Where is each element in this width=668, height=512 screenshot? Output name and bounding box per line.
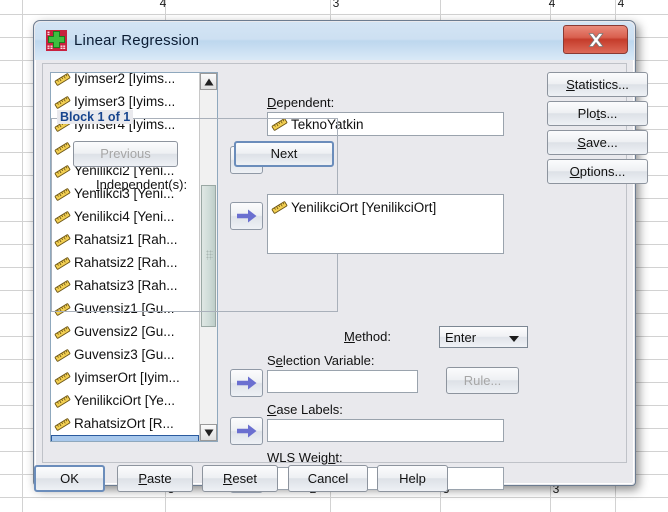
move-to-independents-arrow[interactable] — [230, 202, 263, 230]
rule-button[interactable]: Rule... — [446, 367, 519, 394]
reset-button-label: Reset — [223, 471, 257, 486]
plots-button-label: Plots... — [577, 106, 618, 121]
ok-button[interactable]: OK — [34, 465, 105, 492]
previous-button[interactable]: Previous — [73, 141, 178, 167]
grid-line — [0, 497, 668, 498]
variable-list-item[interactable]: Guvensiz2 [Gu... — [51, 320, 199, 343]
dialog-body: Iyimser2 [Iyims... Iyimser3 [Iyims... Iyim… — [42, 63, 648, 493]
variable-list-item-label: Iyimser3 [Iyims... — [74, 94, 176, 109]
variable-list-item[interactable]: Guvensiz3 [Gu... — [51, 343, 199, 366]
variable-list-item-label: RahatsizOrt [R... — [74, 416, 174, 431]
variable-list-item-label: Guvensiz2 [Gu... — [74, 324, 175, 339]
scale-ruler-icon — [54, 326, 71, 339]
wls-weight-label-rest: t: — [335, 450, 343, 465]
statistics-button[interactable]: Statistics... — [547, 72, 648, 97]
paste-button[interactable]: Paste — [117, 465, 193, 492]
close-button[interactable] — [563, 25, 628, 54]
scale-ruler-icon — [55, 441, 72, 442]
case-labels-field[interactable] — [267, 419, 504, 442]
independents-field[interactable]: YenilikciOrt [YenilikciOrt] — [267, 194, 504, 254]
variable-list-item-label: IyimserOrt [Iyim... — [74, 370, 180, 385]
block-legend: Block 1 of 1 — [57, 110, 134, 124]
selection-variable-label-rest: lection Variable: — [282, 353, 375, 368]
dependent-label-rest: ependent: — [276, 95, 335, 110]
spss-dialog-icon — [46, 30, 67, 51]
scale-ruler-icon — [54, 372, 71, 385]
variable-list-item[interactable]: Iyimser2 [Iyims... — [51, 72, 199, 90]
independents-value: YenilikciOrt [YenilikciOrt] — [291, 200, 437, 215]
variable-list-item-label: Guvensiz3 [Gu... — [74, 347, 175, 362]
next-button-label: Next — [270, 146, 298, 161]
scale-ruler-icon — [54, 395, 71, 408]
selection-variable-label: Selection Variable: — [267, 353, 375, 368]
save-button[interactable]: Save... — [547, 130, 648, 155]
dependent-label: Dependent: — [267, 95, 335, 110]
options-button-label: Options... — [569, 164, 626, 179]
plots-button[interactable]: Plots... — [547, 101, 648, 126]
variable-list-item[interactable]: RahatsizOrt [R... — [51, 412, 199, 435]
case-labels-label-rest: ase Labels: — [276, 402, 343, 417]
scale-ruler-icon — [271, 201, 288, 214]
spreadsheet-cell: 3 — [332, 0, 340, 10]
method-value: Enter — [445, 330, 477, 345]
variable-list-item[interactable]: YenilikciOrt [Ye... — [51, 389, 199, 412]
independents-label-rest: ndependent(s): — [99, 177, 188, 192]
chevron-down-icon — [509, 336, 519, 342]
next-button[interactable]: Next — [234, 141, 334, 167]
spreadsheet-cell: 4 — [548, 0, 556, 10]
save-button-label: Save... — [577, 135, 618, 150]
reset-button[interactable]: Reset — [202, 465, 278, 492]
scale-ruler-icon — [54, 96, 71, 109]
scale-ruler-icon — [54, 349, 71, 362]
rule-button-label: Rule... — [463, 373, 502, 388]
help-button-label: Help — [399, 471, 426, 486]
statistics-button-label: Statistics... — [566, 77, 629, 92]
method-dropdown[interactable]: Enter — [439, 326, 528, 348]
variable-list-item-label: GuvenOrt [Guv... — [75, 439, 176, 441]
move-to-selection-variable-arrow[interactable] — [230, 369, 263, 397]
independents-label: Independent(s): — [96, 177, 188, 192]
selection-variable-field[interactable] — [267, 370, 418, 393]
case-labels-label: Case Labels: — [267, 402, 343, 417]
scroll-up-button[interactable] — [200, 73, 217, 90]
grid-line — [0, 14, 668, 15]
method-label-rest: ethod: — [354, 329, 391, 344]
move-to-case-labels-arrow[interactable] — [230, 417, 263, 445]
grid-line — [22, 0, 23, 512]
variable-list-item[interactable]: GuvenOrt [Guv... — [51, 435, 199, 442]
dialog-title-bar[interactable]: Linear Regression — [35, 22, 634, 60]
variable-list-item-label: YenilikciOrt [Ye... — [74, 393, 176, 408]
cancel-button[interactable]: Cancel — [288, 465, 368, 492]
previous-button-label: Previous — [100, 146, 151, 161]
help-button[interactable]: Help — [377, 465, 448, 492]
cancel-button-label: Cancel — [307, 471, 349, 486]
paste-button-label: Paste — [138, 471, 172, 486]
variable-list-item-label: Iyimser2 [Iyims... — [74, 72, 176, 86]
scale-ruler-icon — [54, 418, 71, 431]
scroll-down-button[interactable] — [200, 424, 217, 441]
options-button[interactable]: Options... — [547, 159, 648, 184]
linear-regression-dialog: Linear Regression Iyimser2 [Iyims... Iyim… — [33, 20, 648, 493]
method-label: Method: — [344, 329, 391, 344]
dialog-title: Linear Regression — [74, 32, 200, 49]
ok-button-label: OK — [60, 471, 79, 486]
spreadsheet-cell: 4 — [159, 0, 167, 10]
spreadsheet-cell: 4 — [617, 0, 625, 10]
dialog-button-row: OK Paste Reset Cancel Help — [34, 465, 627, 495]
variable-list-item[interactable]: IyimserOrt [Iyim... — [51, 366, 199, 389]
wls-weight-label: WLS Weight: — [267, 450, 343, 465]
scale-ruler-icon — [54, 73, 71, 86]
